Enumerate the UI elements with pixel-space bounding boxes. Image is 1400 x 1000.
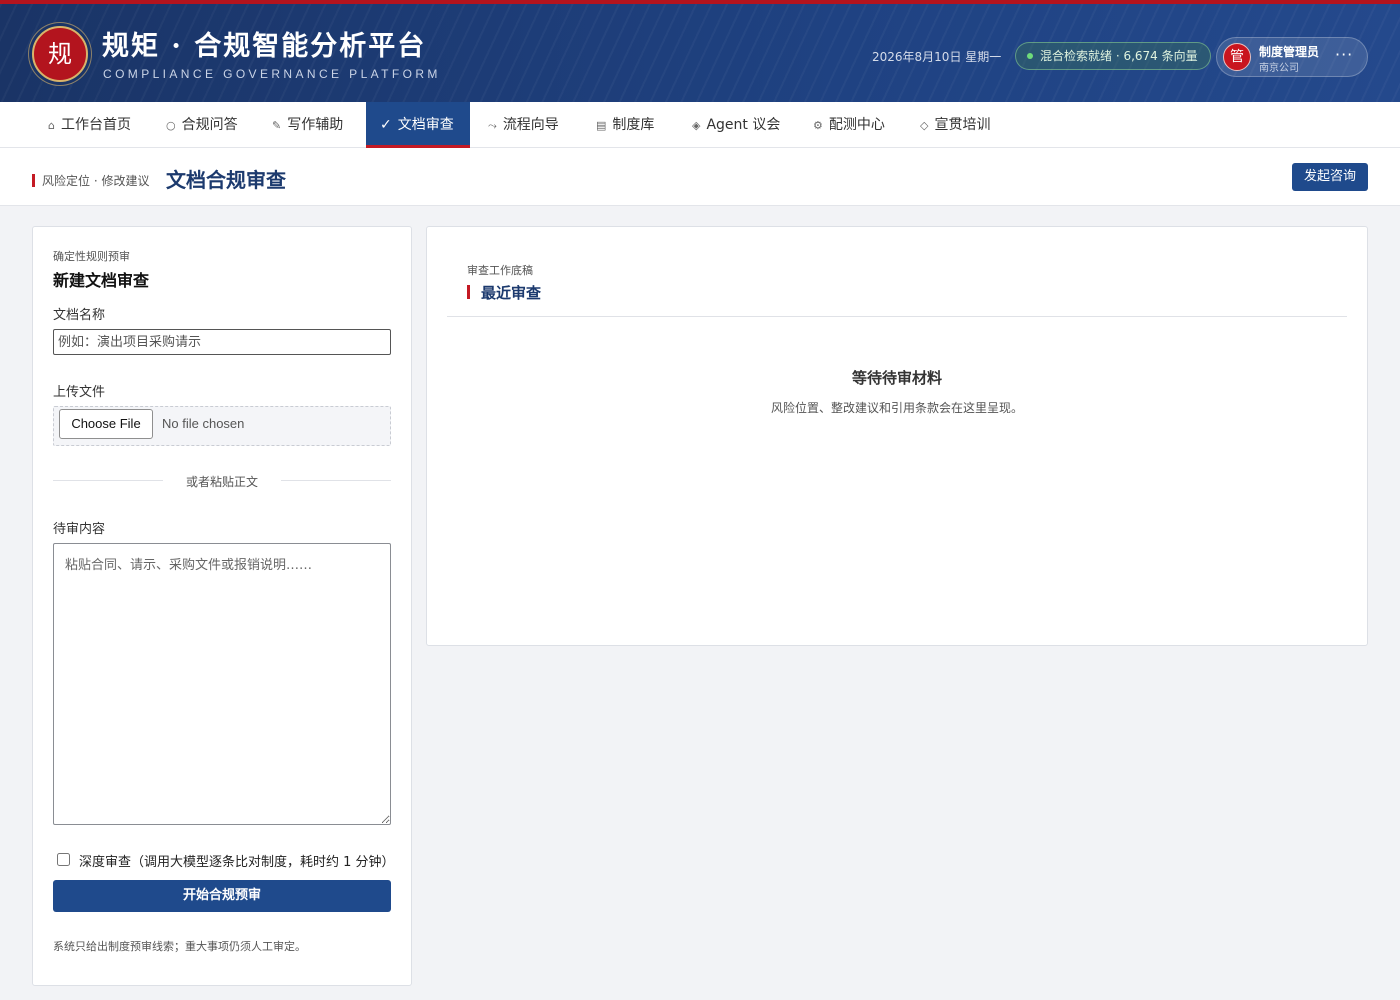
retrieval-status-badge: 混合检索就绪 · 6,674 条向量 [1015, 42, 1211, 70]
accent-bar [467, 285, 470, 299]
tab-label: Agent 议会 [706, 117, 781, 133]
tab-label: 写作辅助 [287, 117, 344, 133]
check-icon: ✓ [380, 117, 392, 133]
start-consultation-button[interactable]: 发起咨询 [1292, 163, 1368, 191]
card-eyebrow: 审查工作底稿 [467, 264, 533, 277]
current-date: 2026年8月10日 星期一 [872, 50, 1002, 64]
diamond-icon: ◈ [692, 119, 701, 132]
content-textarea[interactable] [53, 543, 391, 825]
tab-compliance-qa[interactable]: ○ 合规问答 [150, 102, 254, 148]
page-heading-bar: 风险定位 · 修改建议 文档合规审查 发起咨询 [0, 148, 1400, 206]
user-menu[interactable]: 管 制度管理员 南京公司 ··· [1216, 37, 1368, 77]
accent-bar [32, 174, 35, 187]
divider-label: 或者粘贴正文 [163, 473, 281, 490]
tab-training[interactable]: ◇ 宣贯培训 [904, 102, 1006, 148]
more-options-icon[interactable]: ··· [1335, 45, 1353, 64]
tab-agent-council[interactable]: ◈ Agent 议会 [676, 102, 796, 148]
tab-workbench-home[interactable]: ⌂ 工作台首页 [32, 102, 147, 148]
main-nav: ⌂ 工作台首页 ○ 合规问答 ✎ 写作辅助 ✓ 文档审查 ⤳ 流程向导 ▤ 制度库 ◈ Age… [0, 102, 1400, 148]
upload-label: 上传文件 [53, 385, 106, 400]
retrieval-status-text: 混合检索就绪 · 6,674 条向量 [1040, 49, 1198, 63]
platform-subtitle: COMPLIANCE GOVERNANCE PLATFORM [103, 67, 441, 81]
doc-name-label: 文档名称 [53, 308, 106, 323]
empty-state-description: 风险位置、整改建议和引用条款会在这里呈现。 [770, 401, 1023, 415]
new-review-card: 确定性规则预审 新建文档审查 文档名称 上传文件 Choose File No … [32, 226, 412, 986]
deep-review-label: 深度审查（调用大模型逐条比对制度，耗时约 1 分钟） [79, 855, 395, 870]
tab-writing-assist[interactable]: ✎ 写作辅助 [256, 102, 359, 148]
home-icon: ⌂ [48, 119, 55, 132]
avatar: 管 [1223, 43, 1251, 71]
recent-reviews-card: 审查工作底稿 最近审查 等待待审材料 风险位置、整改建议和引用条款会在这里呈现。 [426, 226, 1368, 646]
page-title: 文档合规审查 [166, 168, 286, 192]
tab-label: 流程向导 [502, 117, 559, 133]
tab-label: 工作台首页 [60, 117, 131, 133]
tab-label: 合规问答 [181, 117, 238, 133]
empty-state-title: 等待待审材料 [851, 369, 942, 387]
card-eyebrow: 确定性规则预审 [53, 250, 130, 263]
tab-process-guide[interactable]: ⤳ 流程向导 [472, 102, 575, 148]
user-org: 南京公司 [1259, 63, 1299, 74]
gear-icon: ⚙ [813, 119, 823, 132]
library-icon: ▤ [596, 119, 607, 132]
tab-label: 制度库 [612, 117, 655, 133]
file-status: No file chosen [162, 416, 245, 431]
tab-document-review[interactable]: ✓ 文档审查 [366, 102, 470, 148]
card-title: 最近审查 [481, 284, 542, 302]
top-header: 规 规矩 · 合规智能分析平台 COMPLIANCE GOVERNANCE PL… [0, 0, 1400, 102]
circle-icon: ○ [166, 119, 176, 132]
tab-config-test-center[interactable]: ⚙ 配测中心 [797, 102, 901, 148]
disclaimer-note: 系统只给出制度预审线索；重大事项仍须人工审定。 [53, 940, 306, 953]
user-name: 制度管理员 [1259, 45, 1320, 59]
tab-policy-library[interactable]: ▤ 制度库 [580, 102, 670, 148]
choose-file-button[interactable]: Choose File [59, 409, 153, 439]
status-dot-icon [1027, 53, 1033, 59]
tab-label: 配测中心 [828, 117, 885, 133]
pencil-icon: ✎ [272, 119, 282, 132]
tab-label: 文档审查 [397, 117, 454, 133]
file-upload-area[interactable]: Choose File No file chosen [53, 406, 391, 446]
divider [447, 316, 1347, 317]
diamond-outline-icon: ◇ [920, 119, 929, 132]
start-review-button[interactable]: 开始合规预审 [53, 880, 391, 912]
content-label: 待审内容 [53, 522, 106, 537]
card-title: 新建文档审查 [53, 271, 150, 290]
doc-name-input[interactable] [53, 329, 391, 355]
platform-title: 规矩 · 合规智能分析平台 [102, 31, 427, 62]
breadcrumb: 风险定位 · 修改建议 [42, 174, 150, 188]
platform-logo: 规 [32, 26, 88, 82]
flow-icon: ⤳ [488, 119, 497, 132]
deep-review-checkbox[interactable] [57, 853, 70, 866]
tab-label: 宣贯培训 [934, 117, 991, 133]
